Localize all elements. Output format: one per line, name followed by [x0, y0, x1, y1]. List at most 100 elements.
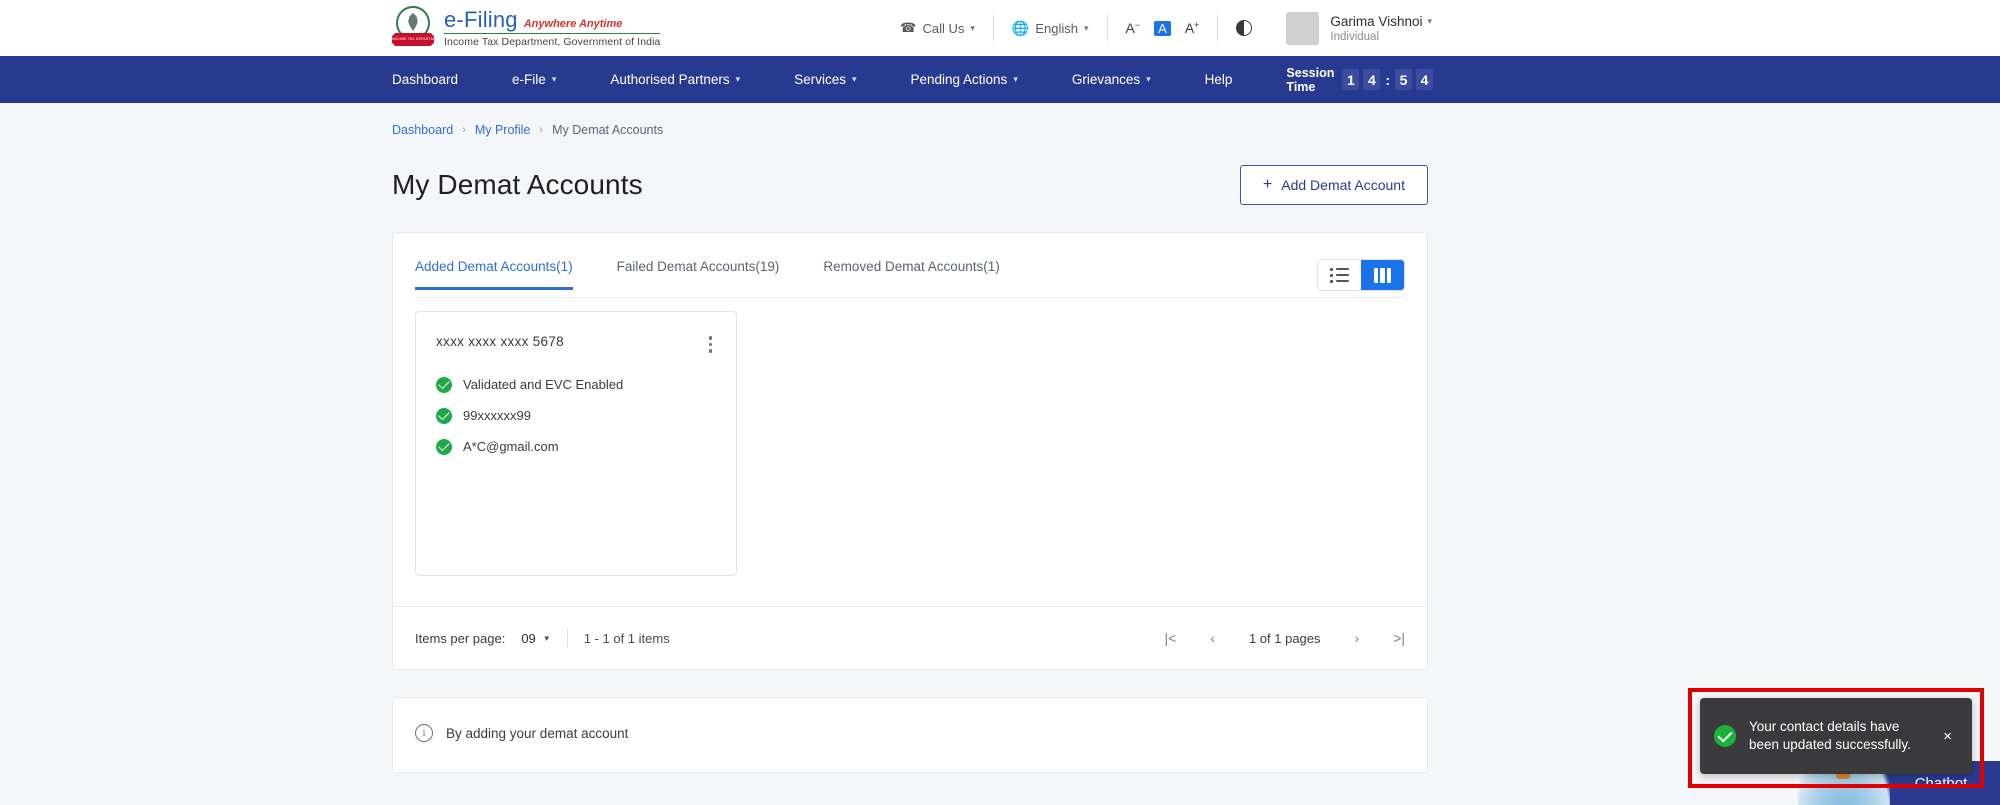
font-size-controls: A − A A +: [1108, 20, 1218, 36]
user-profile-menu[interactable]: Garima Vishnoi ▾ Individual: [1270, 11, 1432, 45]
nav-item-help[interactable]: Help: [1205, 72, 1233, 87]
nav-item-authorised-partners[interactable]: Authorised Partners ▾: [610, 72, 740, 87]
font-normal-button[interactable]: A: [1154, 20, 1171, 36]
add-demat-account-button[interactable]: + Add Demat Account: [1239, 165, 1428, 205]
brand-subtitle: Income Tax Department, Government of Ind…: [444, 36, 661, 49]
font-decrease-button[interactable]: A −: [1126, 21, 1141, 36]
account-number: xxxx xxxx xxxx 5678: [436, 334, 564, 349]
breadcrumb-my-profile[interactable]: My Profile: [475, 123, 531, 137]
session-timer: Session Time 1 4 : 5 4: [1286, 65, 1434, 94]
logo-divider: [444, 33, 661, 35]
chevron-down-icon: ▾: [970, 22, 975, 33]
pagination-right: |< ‹ 1 of 1 pages › >|: [1164, 630, 1405, 646]
pagination-left: Items per page: 09 ▼ 1 - 1 of 1 items: [415, 629, 670, 647]
chevron-down-icon: ▼: [542, 633, 551, 643]
tabs-row: Added Demat Accounts(1) Failed Demat Acc…: [393, 233, 1427, 298]
toast-message: Your contact details have been updated s…: [1749, 718, 1911, 752]
call-us-label: Call Us: [922, 20, 965, 36]
success-toast: Your contact details have been updated s…: [1700, 698, 1972, 774]
chevron-down-icon: ▾: [851, 74, 857, 84]
user-role: Individual: [1330, 30, 1380, 43]
call-us-menu[interactable]: ☎ Call Us ▾: [882, 20, 993, 36]
session-digits: 1 4 : 5 4: [1342, 69, 1434, 90]
breadcrumb-dashboard[interactable]: Dashboard: [392, 123, 453, 137]
list-view-button[interactable]: [1318, 260, 1361, 290]
site-logo[interactable]: INCOME TAX DEPARTMENT e-Filing Anywhere …: [392, 6, 661, 50]
session-digit: 4: [1416, 69, 1434, 90]
plus-icon: +: [1262, 176, 1273, 193]
last-page-button[interactable]: >|: [1393, 630, 1405, 646]
tabs-baseline: [415, 297, 1405, 298]
font-increase-button[interactable]: A +: [1185, 21, 1200, 36]
view-toggle-group: [1317, 259, 1405, 291]
status-text: A*C@gmail.com: [463, 439, 559, 454]
contrast-toggle-button[interactable]: [1218, 20, 1270, 36]
demat-account-card[interactable]: xxxx xxxx xxxx 5678 Validated and EVC En…: [415, 311, 737, 576]
status-line: 99xxxxxx99: [436, 407, 716, 424]
session-digit: 4: [1363, 69, 1381, 90]
avatar: [1286, 11, 1320, 45]
chevron-down-icon: ▾: [551, 74, 557, 84]
brand-tagline: Anywhere Anytime: [523, 18, 623, 31]
items-per-page-value: 09: [521, 630, 536, 646]
chevron-down-icon: ▾: [1084, 22, 1089, 33]
card-options-menu-icon[interactable]: [705, 334, 717, 355]
account-status-list: Validated and EVC Enabled 99xxxxxx99 A*C…: [436, 376, 716, 455]
info-icon: i: [415, 724, 433, 742]
contrast-icon: [1236, 20, 1253, 36]
page-indicator: 1 of 1 pages: [1248, 630, 1321, 646]
grid-view-button[interactable]: [1361, 260, 1404, 290]
breadcrumb-current: My Demat Accounts: [552, 123, 664, 137]
tab-added-demat-accounts[interactable]: Added Demat Accounts(1): [415, 259, 573, 290]
previous-page-button[interactable]: ‹: [1210, 630, 1215, 646]
brand-name: e-Filing: [444, 7, 518, 33]
language-menu[interactable]: 🌐 English ▾: [994, 20, 1107, 37]
national-emblem-icon: INCOME TAX DEPARTMENT: [392, 6, 434, 50]
nav-item-services[interactable]: Services ▾: [794, 72, 856, 87]
chevron-down-icon: ▾: [1013, 74, 1018, 84]
breadcrumb-separator-icon: ›: [462, 124, 466, 136]
nav-item-dashboard[interactable]: Dashboard: [392, 72, 458, 87]
session-time-label: Session Time: [1286, 65, 1335, 94]
nav-item-grievances[interactable]: Grievances ▾: [1072, 72, 1151, 87]
add-demat-account-label: Add Demat Account: [1281, 177, 1405, 193]
nav-item-pending-actions[interactable]: Pending Actions ▾: [910, 72, 1017, 87]
status-text: Validated and EVC Enabled: [463, 377, 624, 392]
tab-removed-demat-accounts[interactable]: Removed Demat Accounts(1): [823, 259, 999, 290]
pagination-bar: Items per page: 09 ▼ 1 - 1 of 1 items |<…: [393, 606, 1427, 669]
demat-accounts-panel: Added Demat Accounts(1) Failed Demat Acc…: [392, 232, 1428, 670]
tab-list: Added Demat Accounts(1) Failed Demat Acc…: [415, 259, 1044, 290]
grid-view-icon: [1373, 267, 1392, 283]
top-header: INCOME TAX DEPARTMENT e-Filing Anywhere …: [0, 0, 2000, 56]
chevron-down-icon: ▾: [735, 74, 741, 84]
check-circle-icon: [436, 438, 452, 455]
status-line: A*C@gmail.com: [436, 438, 716, 455]
globe-icon: 🌐: [1011, 19, 1030, 36]
tab-failed-demat-accounts[interactable]: Failed Demat Accounts(19): [617, 259, 780, 290]
next-page-button[interactable]: ›: [1355, 630, 1360, 646]
main-navigation: Dashboard e-File ▾ Authorised Partners ▾ S…: [0, 56, 2000, 103]
page-title: My Demat Accounts: [392, 169, 643, 200]
phone-icon: ☎: [900, 20, 917, 35]
session-digit: 1: [1342, 69, 1360, 90]
check-circle-icon: [436, 376, 452, 393]
nav-items: Dashboard e-File ▾ Authorised Partners ▾ S…: [392, 72, 1286, 87]
page-header-row: My Demat Accounts + Add Demat Account: [392, 165, 1428, 205]
close-icon[interactable]: ×: [1937, 725, 1958, 748]
session-digit: 5: [1395, 69, 1413, 90]
chevron-down-icon: ▾: [1146, 74, 1151, 84]
accounts-card-area: xxxx xxxx xxxx 5678 Validated and EVC En…: [393, 291, 1427, 606]
app-page: INCOME TAX DEPARTMENT e-Filing Anywhere …: [0, 0, 2000, 805]
items-range-text: 1 - 1 of 1 items: [583, 630, 670, 646]
pagination-divider: [566, 629, 568, 647]
check-circle-icon: [436, 407, 452, 424]
first-page-button[interactable]: |<: [1164, 630, 1176, 646]
nav-item-efile[interactable]: e-File ▾: [512, 72, 556, 87]
status-line: Validated and EVC Enabled: [436, 376, 716, 393]
items-per-page-select[interactable]: 09 ▼: [521, 631, 550, 646]
status-text: 99xxxxxx99: [463, 408, 531, 423]
chevron-down-icon: ▾: [1427, 15, 1432, 26]
emblem-ribbon-text: INCOME TAX DEPARTMENT: [392, 37, 441, 41]
info-panel: i By adding your demat account: [392, 697, 1428, 773]
session-colon: :: [1385, 71, 1391, 88]
